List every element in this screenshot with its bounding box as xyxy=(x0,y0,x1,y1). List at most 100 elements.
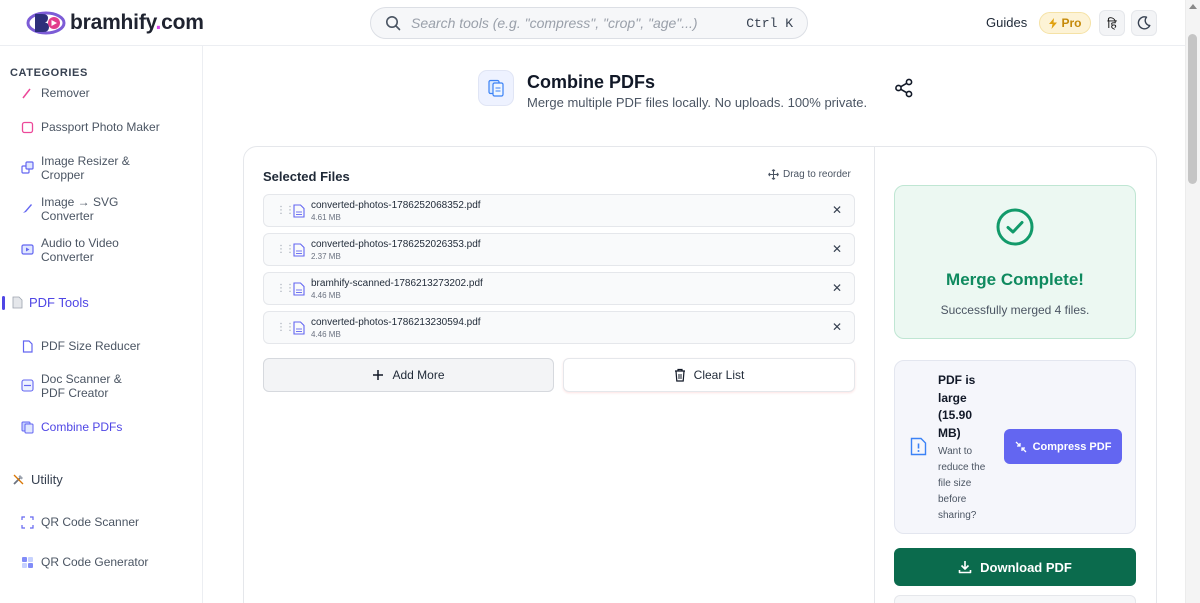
page-title: Combine PDFs xyxy=(527,72,656,92)
pdf-file-icon xyxy=(21,340,34,353)
compress-pdf-button[interactable]: Compress PDF xyxy=(1004,429,1122,464)
download-icon xyxy=(958,561,972,574)
file-icon xyxy=(293,282,305,296)
categories-title: CATEGORIES xyxy=(10,67,88,79)
guides-link[interactable]: Guides xyxy=(986,15,1027,30)
logo-text: bramhify xyxy=(70,11,156,34)
sidebar-item-remover[interactable]: Remover xyxy=(21,86,90,100)
share-icon[interactable] xyxy=(894,78,914,98)
selected-files-title: Selected Files xyxy=(263,169,350,184)
remove-file-icon[interactable]: ✕ xyxy=(832,320,842,334)
file-size: 4.61 MB xyxy=(311,213,341,222)
sidebar-item-label: QR Code Scanner xyxy=(41,515,140,529)
scanner-icon xyxy=(21,379,34,392)
pdf-section-icon xyxy=(12,296,23,309)
trash-icon xyxy=(674,368,685,382)
drag-hint: Drag to reorder xyxy=(768,169,851,180)
add-more-button[interactable]: Add More xyxy=(263,358,554,392)
file-row[interactable]: ⋮⋮ bramhify-scanned-1786213273202.pdf 4.… xyxy=(263,272,855,305)
next-action-box[interactable] xyxy=(894,595,1136,603)
logo-tld: com xyxy=(161,11,204,34)
page-title-icon-box xyxy=(478,70,514,106)
large-file-title: PDF is large (15.90 MB) xyxy=(938,373,976,440)
video-icon xyxy=(21,243,34,256)
combine-pdf-icon xyxy=(488,79,504,97)
sidebar-item-doc-scanner[interactable]: Doc Scanner & PDF Creator xyxy=(21,372,141,400)
file-row[interactable]: ⋮⋮ converted-photos-1786213230594.pdf 4.… xyxy=(263,311,855,344)
resize-icon xyxy=(21,161,34,174)
remove-file-icon[interactable]: ✕ xyxy=(832,242,842,256)
file-name: converted-photos-1786252026353.pdf xyxy=(311,239,481,250)
section-label: PDF Tools xyxy=(29,295,89,310)
plus-icon xyxy=(373,370,384,380)
file-size: 4.46 MB xyxy=(311,330,341,339)
language-label: हि xyxy=(1107,16,1117,31)
lightning-icon xyxy=(1049,17,1058,29)
file-row[interactable]: ⋮⋮ converted-photos-1786252068352.pdf 4.… xyxy=(263,194,855,227)
merge-complete-subtitle: Successfully merged 4 files. xyxy=(940,303,1090,317)
search-input[interactable] xyxy=(411,15,747,31)
remove-file-icon[interactable]: ✕ xyxy=(832,203,842,217)
sidebar-item-image-resizer[interactable]: Image Resizer & Cropper xyxy=(21,154,141,182)
sidebar-item-label: Remover xyxy=(41,86,90,100)
search-bar[interactable]: Ctrl K xyxy=(370,7,808,39)
sidebar-item-qr-scanner[interactable]: QR Code Scanner xyxy=(21,515,139,529)
remove-file-icon[interactable]: ✕ xyxy=(832,281,842,295)
file-row[interactable]: ⋮⋮ converted-photos-1786252026353.pdf 2.… xyxy=(263,233,855,266)
download-pdf-label: Download PDF xyxy=(980,559,1072,575)
sidebar-item-pdf-size-reducer[interactable]: PDF Size Reducer xyxy=(21,339,140,353)
combine-icon xyxy=(21,421,34,434)
drag-handle-icon[interactable]: ⋮⋮ xyxy=(276,283,295,294)
add-more-label: Add More xyxy=(392,368,445,382)
drag-handle-icon[interactable]: ⋮⋮ xyxy=(276,205,295,216)
sidebar-item-label: Doc Scanner & PDF Creator xyxy=(41,372,122,400)
sidebar-item-image-svg[interactable]: Image → SVG Converter xyxy=(21,195,121,223)
file-icon xyxy=(293,321,305,335)
sidebar-item-label: Audio to Video Converter xyxy=(41,236,119,264)
move-icon xyxy=(768,169,779,180)
page-subtitle: Merge multiple PDF files locally. No upl… xyxy=(527,95,868,110)
download-pdf-button[interactable]: Download PDF xyxy=(894,548,1136,586)
large-file-subtitle: Want to reduce the file size before shar… xyxy=(938,446,986,521)
sidebar-item-label: Combine PDFs xyxy=(41,420,123,434)
drag-handle-icon[interactable]: ⋮⋮ xyxy=(276,244,295,255)
pro-label: Pro xyxy=(1061,16,1082,30)
sidebar-item-combine-pdfs[interactable]: Combine PDFs xyxy=(21,420,122,434)
sidebar-section-utility[interactable]: Utility xyxy=(12,472,63,487)
search-shortcut: Ctrl K xyxy=(746,15,793,31)
tools-icon xyxy=(13,474,24,485)
sidebar-item-label: PDF Size Reducer xyxy=(41,339,141,353)
logo[interactable]: bramhify.com xyxy=(26,8,204,38)
scrollbar-thumb[interactable] xyxy=(1188,34,1197,184)
drag-handle-icon[interactable]: ⋮⋮ xyxy=(276,322,295,333)
sidebar-item-label: Image Resizer & Cropper xyxy=(41,154,130,182)
drag-hint-label: Drag to reorder xyxy=(783,169,851,180)
compress-pdf-label: Compress PDF xyxy=(1032,440,1112,453)
file-name: converted-photos-1786213230594.pdf xyxy=(311,317,481,328)
file-name: bramhify-scanned-1786213273202.pdf xyxy=(311,278,483,289)
brush-icon xyxy=(21,202,34,215)
file-name: converted-photos-1786252068352.pdf xyxy=(311,200,481,211)
sidebar-item-label: QR Code Generator xyxy=(41,555,149,569)
sidebar-item-label: Image → SVG Converter xyxy=(41,195,119,223)
sidebar-item-audio-video[interactable]: Audio to Video Converter xyxy=(21,236,131,264)
sidebar-item-qr-generator[interactable]: QR Code Generator xyxy=(21,555,148,569)
file-size: 4.46 MB xyxy=(311,291,341,300)
file-warning-icon xyxy=(910,437,927,456)
language-button[interactable]: हि xyxy=(1099,10,1125,36)
merge-complete-title: Merge Complete! xyxy=(946,270,1084,289)
sidebar-item-label: Passport Photo Maker xyxy=(41,120,160,134)
clear-list-button[interactable]: Clear List xyxy=(563,358,855,392)
sidebar-item-passport-photo[interactable]: Passport Photo Maker xyxy=(21,120,160,134)
sidebar-section-pdf-tools[interactable]: PDF Tools xyxy=(2,295,89,310)
file-icon xyxy=(293,243,305,257)
minimize-icon xyxy=(1015,441,1027,452)
active-section-indicator xyxy=(2,295,5,310)
theme-toggle-button[interactable] xyxy=(1131,10,1157,36)
pro-badge[interactable]: Pro xyxy=(1039,12,1091,34)
top-header: bramhify.com Ctrl K Guides Pro हि xyxy=(0,0,1185,46)
moon-icon xyxy=(1137,16,1151,30)
qr-scan-icon xyxy=(21,516,34,529)
logo-mark-icon xyxy=(26,8,66,38)
scroll-up-arrow-icon[interactable] xyxy=(1189,4,1197,9)
